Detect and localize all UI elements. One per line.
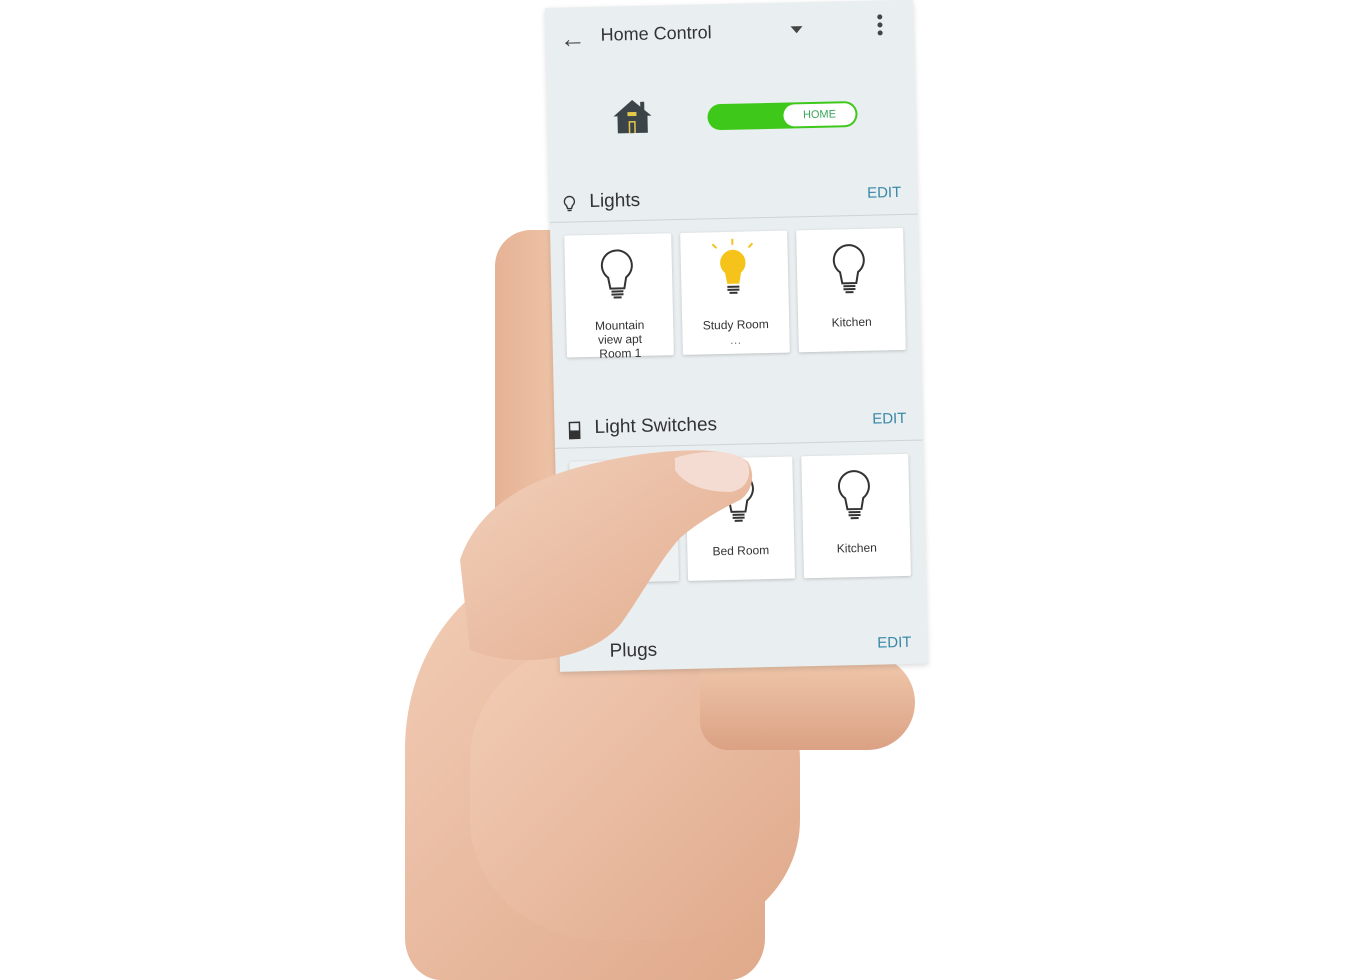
edit-lights-button[interactable]: EDIT: [867, 184, 902, 202]
section-header-lights: Lights EDIT: [549, 180, 918, 223]
light-tile[interactable]: Study Room ...: [680, 231, 790, 355]
section-title: Plugs: [609, 640, 657, 663]
switch-tile[interactable]: Kitchen: [801, 454, 911, 578]
arrow-left-icon[interactable]: ←: [559, 23, 586, 55]
home-away-toggle[interactable]: HOME: [707, 101, 858, 130]
tile-label: Mountain view apt Room 1: [566, 317, 674, 361]
tile-label: Bed Room: [687, 542, 794, 558]
tile-label: Kitchen: [798, 314, 905, 330]
tile-label: Study Room: [682, 317, 789, 333]
house-icon: [611, 98, 654, 135]
switch-tile[interactable]: [569, 459, 679, 583]
app-title: Home Control: [600, 22, 711, 46]
tile-label: Kitchen: [803, 540, 910, 556]
section-header-light-switches: Light Switches EDIT: [554, 406, 923, 449]
switch-tile[interactable]: Bed Room: [685, 457, 795, 581]
bulb-off-icon: [598, 248, 635, 301]
bulb-off-icon: [720, 471, 757, 524]
light-tile[interactable]: Kitchen: [796, 228, 906, 352]
more-vertical-icon[interactable]: [877, 14, 884, 38]
section-title: Lights: [589, 190, 640, 213]
tile-options[interactable]: ...: [682, 335, 789, 348]
toggle-label: HOME: [783, 103, 855, 127]
bulb-on-icon: [710, 237, 755, 298]
hand-fingers: [700, 655, 915, 750]
light-tile[interactable]: Mountain view apt Room 1: [564, 233, 674, 357]
switch-icon: [568, 421, 580, 439]
edit-plugs-button[interactable]: EDIT: [877, 634, 912, 652]
bulb-off-icon: [836, 469, 873, 522]
bulb-outline-icon: [563, 195, 575, 212]
bulb-off-icon: [830, 243, 867, 296]
caret-down-icon[interactable]: [790, 26, 802, 33]
phone-screen: ← Home Control HOME Lights EDIT Mountain…: [545, 0, 928, 672]
app-bar: ← Home Control: [545, 0, 914, 68]
edit-switches-button[interactable]: EDIT: [872, 410, 907, 428]
section-title: Light Switches: [594, 414, 717, 439]
